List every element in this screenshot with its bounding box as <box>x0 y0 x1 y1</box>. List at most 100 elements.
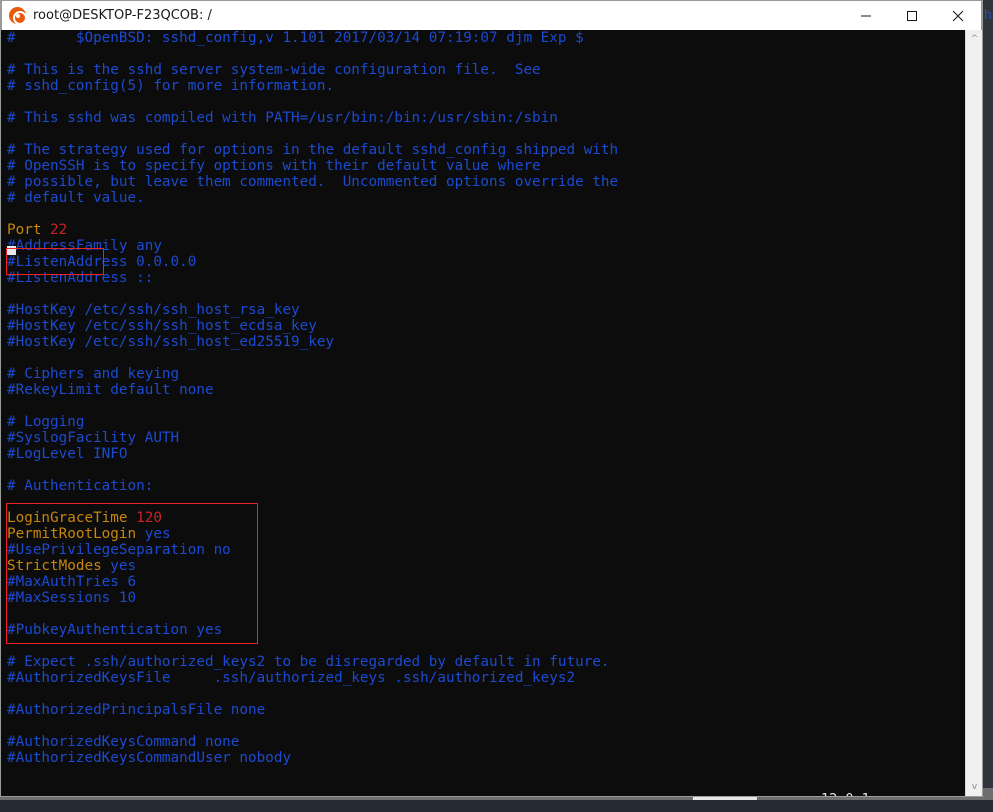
terminal-line: #HostKey /etc/ssh/ssh_host_rsa_key <box>7 302 618 318</box>
terminal-line: #MaxSessions 10 <box>7 590 618 606</box>
terminal-line: # This sshd was compiled with PATH=/usr/… <box>7 110 618 126</box>
terminal-line: # Expect .ssh/authorized_keys2 to be dis… <box>7 654 618 670</box>
terminal-line: #AddressFamily any <box>7 238 618 254</box>
terminal-token: #AuthorizedKeysCommandUser nobody <box>7 750 292 766</box>
terminal-token: LoginGraceTime <box>7 510 137 526</box>
desktop-background: ❮ r a t th root@DESKTOP-F23QCOB: / <box>0 0 993 812</box>
terminal-token: # This is the sshd server system-wide co… <box>7 62 541 78</box>
terminal-token: # Expect .ssh/authorized_keys2 to be dis… <box>7 654 610 670</box>
terminal-line: # $OpenBSD: sshd_config,v 1.101 2017/03/… <box>7 30 618 46</box>
window-titlebar[interactable]: root@DESKTOP-F23QCOB: / <box>1 0 982 30</box>
terminal-token: # sshd_config(5) for more information. <box>7 78 335 94</box>
terminal-line: #AuthorizedKeysFile .ssh/authorized_keys… <box>7 670 618 686</box>
terminal-token: #SyslogFacility AUTH <box>7 430 180 446</box>
sshd-config-file-text: # $OpenBSD: sshd_config,v 1.101 2017/03/… <box>7 30 618 766</box>
terminal-token: 120 <box>136 510 162 526</box>
terminal-token: # Ciphers and keying <box>7 366 180 382</box>
terminal-token: #HostKey /etc/ssh/ssh_host_ed25519_key <box>7 334 335 350</box>
terminal-line: #AuthorizedKeysCommand none <box>7 734 618 750</box>
text-cursor <box>7 246 16 255</box>
terminal-token: #ListenAddress :: <box>7 270 154 286</box>
scroll-down-arrow-icon[interactable]: v <box>966 778 983 796</box>
terminal-line: # OpenSSH is to specify options with the… <box>7 158 618 174</box>
minimize-button[interactable] <box>843 1 889 31</box>
maximize-button[interactable] <box>889 1 935 31</box>
terminal-line: # Authentication: <box>7 478 618 494</box>
terminal-content-area[interactable]: # $OpenBSD: sshd_config,v 1.101 2017/03/… <box>1 30 982 796</box>
terminal-token: PermitRootLogin <box>7 526 145 542</box>
close-button[interactable] <box>935 1 981 31</box>
terminal-token: #ListenAddress 0.0.0.0 <box>7 254 197 270</box>
terminal-line: #ListenAddress 0.0.0.0 <box>7 254 618 270</box>
terminal-token: # possible, but leave them commented. Un… <box>7 174 619 190</box>
terminal-token: yes <box>110 558 137 574</box>
terminal-token: #RekeyLimit default none <box>7 382 214 398</box>
terminal-line: #MaxAuthTries 6 <box>7 574 618 590</box>
terminal-token: #PubkeyAuthentication yes <box>7 622 223 638</box>
terminal-line: LoginGraceTime 120 <box>7 510 618 526</box>
terminal-token: 22 <box>50 222 68 238</box>
terminal-token: #MaxSessions 10 <box>7 590 137 606</box>
terminal-token: # The strategy used for options in the d… <box>7 142 619 158</box>
terminal-line: PermitRootLogin yes <box>7 526 618 542</box>
terminal-line: #ListenAddress :: <box>7 270 618 286</box>
terminal-line: # The strategy used for options in the d… <box>7 142 618 158</box>
window-title: root@DESKTOP-F23QCOB: / <box>33 8 212 23</box>
terminal-line: #HostKey /etc/ssh/ssh_host_ed25519_key <box>7 334 618 350</box>
terminal-token: #LogLevel INFO <box>7 446 128 462</box>
terminal-line: # sshd_config(5) for more information. <box>7 78 618 94</box>
terminal-window: root@DESKTOP-F23QCOB: / # $OpenBSD: sshd… <box>0 0 983 797</box>
terminal-line: #RekeyLimit default none <box>7 382 618 398</box>
terminal-token: #UsePrivilegeSeparation no <box>7 542 231 558</box>
editor-status-line: 12,0-1 Top <box>1 775 982 796</box>
terminal-token: # This sshd was compiled with PATH=/usr/… <box>7 110 558 126</box>
terminal-line: # possible, but leave them commented. Un… <box>7 174 618 190</box>
terminal-line: # default value. <box>7 190 618 206</box>
terminal-line: #AuthorizedPrincipalsFile none <box>7 702 618 718</box>
terminal-line: # Ciphers and keying <box>7 366 618 382</box>
terminal-line: #UsePrivilegeSeparation no <box>7 542 618 558</box>
terminal-line: #AuthorizedKeysCommandUser nobody <box>7 750 618 766</box>
terminal-token: # $OpenBSD: sshd_config,v 1.101 2017/03/… <box>7 30 584 46</box>
terminal-token: # Logging <box>7 414 85 430</box>
ubuntu-logo-icon <box>9 7 27 25</box>
window-controls <box>843 1 981 31</box>
cursor-position-indicator: 12,0-1 <box>821 791 870 796</box>
terminal-line: # Logging <box>7 414 618 430</box>
terminal-token: #AddressFamily any <box>7 238 162 254</box>
terminal-token: StrictModes <box>7 558 111 574</box>
terminal-line: Port 22 <box>7 222 618 238</box>
terminal-token: #HostKey /etc/ssh/ssh_host_rsa_key <box>7 302 300 318</box>
terminal-token: #MaxAuthTries 6 <box>7 574 137 590</box>
terminal-line: #LogLevel INFO <box>7 446 618 462</box>
terminal-line: #SyslogFacility AUTH <box>7 430 618 446</box>
terminal-token: #AuthorizedPrincipalsFile none <box>7 702 266 718</box>
scroll-up-arrow-icon[interactable]: ^ <box>966 30 983 48</box>
terminal-token: #AuthorizedKeysFile .ssh/authorized_keys… <box>7 670 576 686</box>
terminal-line: StrictModes yes <box>7 558 618 574</box>
terminal-token: # default value. <box>7 190 145 206</box>
terminal-token: # OpenSSH is to specify options with the… <box>7 158 541 174</box>
terminal-vertical-scrollbar[interactable]: ^ v <box>965 30 982 796</box>
terminal-line: #HostKey /etc/ssh/ssh_host_ecdsa_key <box>7 318 618 334</box>
terminal-token: Port <box>7 222 51 238</box>
terminal-line: # This is the sshd server system-wide co… <box>7 62 618 78</box>
terminal-token: # Authentication: <box>7 478 154 494</box>
terminal-line: #PubkeyAuthentication yes <box>7 622 618 638</box>
terminal-token: yes <box>144 526 171 542</box>
terminal-token: #AuthorizedKeysCommand none <box>7 734 240 750</box>
terminal-token: #HostKey /etc/ssh/ssh_host_ecdsa_key <box>7 318 317 334</box>
